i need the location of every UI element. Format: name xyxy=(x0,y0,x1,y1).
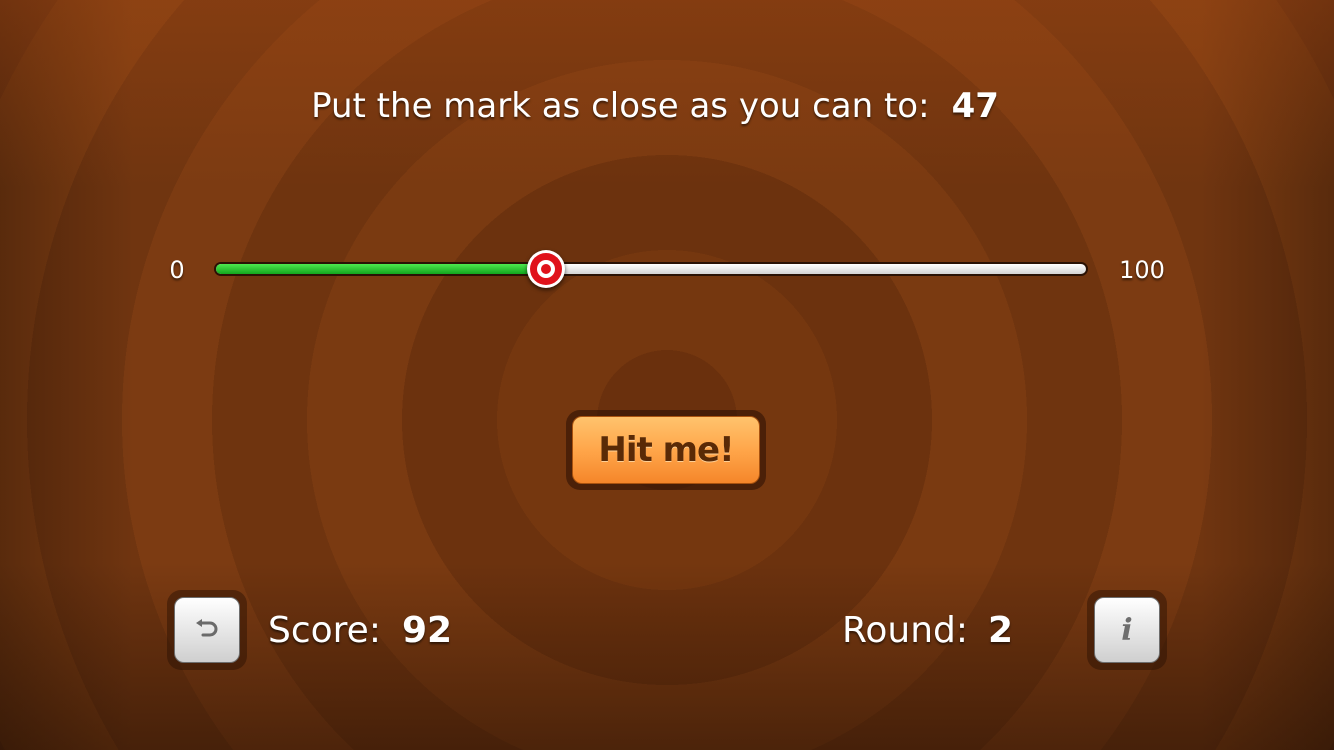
hit-me-button[interactable]: Hit me! xyxy=(572,416,760,484)
target-prompt: Put the mark as close as you can to: 47 xyxy=(0,84,1334,128)
score-value: 92 xyxy=(402,610,453,651)
target-value: 47 xyxy=(951,86,999,126)
slider-thumb-target-icon[interactable] xyxy=(527,250,566,288)
start-over-button[interactable] xyxy=(174,597,240,663)
score-label: Score: xyxy=(268,610,381,651)
round-label: Round: xyxy=(842,610,969,651)
slider-min-track xyxy=(216,264,547,274)
slider-max-label: 100 xyxy=(1119,256,1165,284)
info-button[interactable]: i xyxy=(1094,597,1160,663)
slider-min-label: 0 xyxy=(169,256,185,284)
slider-track[interactable] xyxy=(214,262,1088,276)
undo-arrow-icon xyxy=(196,619,218,637)
round-value: 2 xyxy=(988,610,1014,651)
info-icon: i xyxy=(1121,612,1133,648)
target-prompt-label: Put the mark as close as you can to: xyxy=(311,86,930,126)
